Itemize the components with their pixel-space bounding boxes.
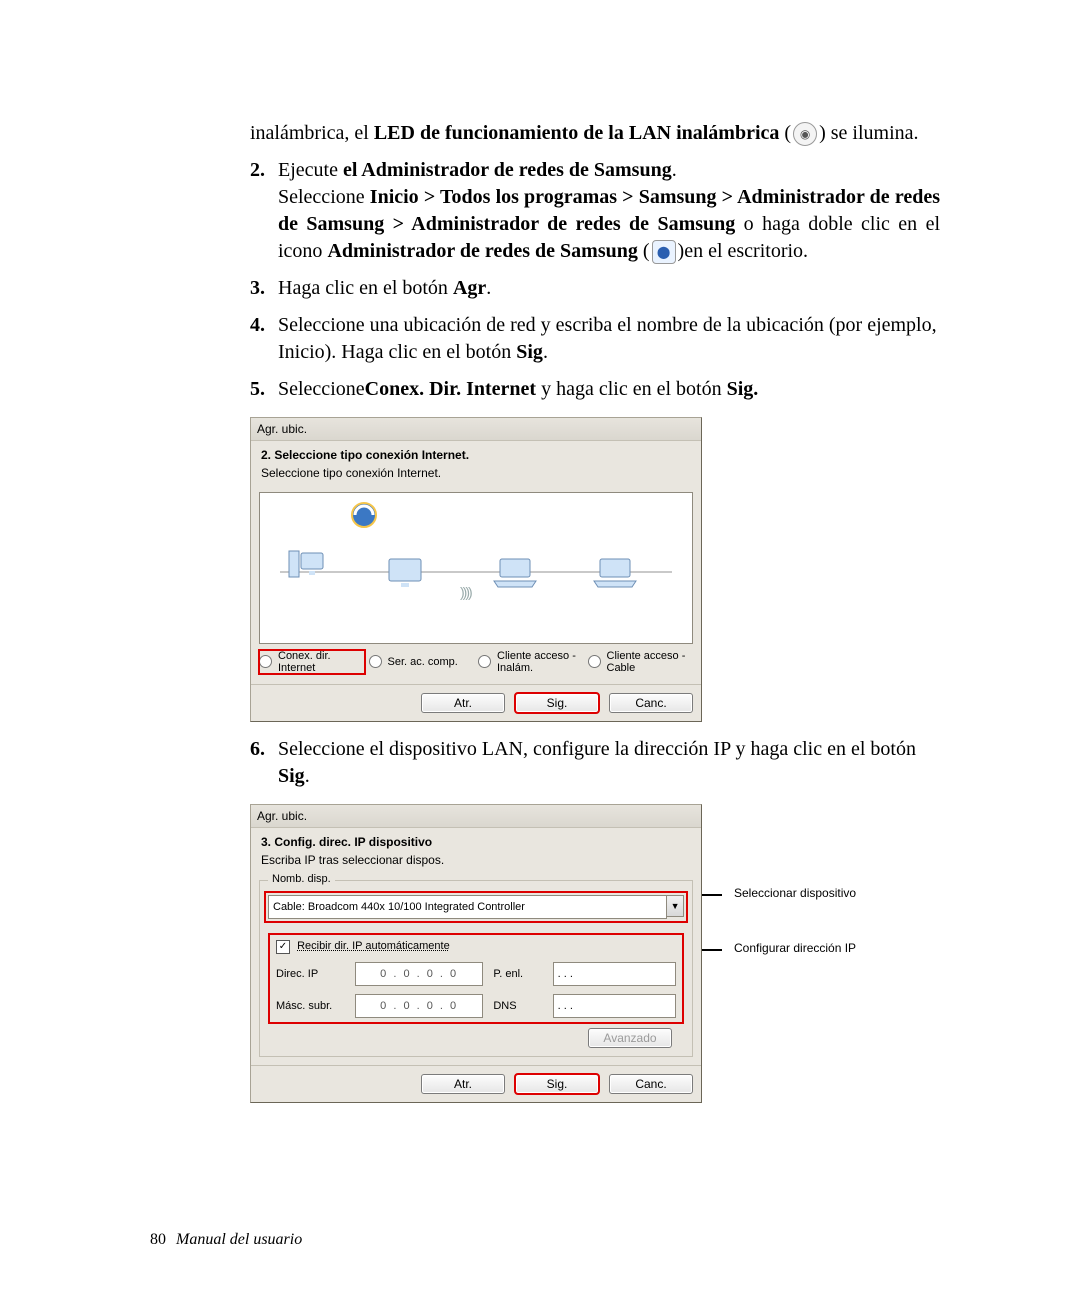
radio-direct-internet[interactable]: Conex. dir. Internet <box>259 650 365 674</box>
page-number: 80 <box>150 1231 166 1248</box>
t: Seleccione <box>278 378 365 400</box>
step-3: 3. Haga clic en el botón Agr. <box>250 275 940 302</box>
dialog-1-screenshot: Agr. ubic. 2. Seleccione tipo conexión I… <box>250 417 940 722</box>
section-subtitle: Seleccione tipo conexión Internet. <box>261 465 691 481</box>
checkbox-auto-ip[interactable]: ✓ <box>276 940 290 954</box>
callout-text: Seleccionar dispositivo <box>734 886 856 900</box>
callout-configure-ip: Configurar dirección IP <box>716 941 856 957</box>
t: )en el escritorio. <box>678 240 809 262</box>
t: y haga clic en el botón <box>536 378 727 400</box>
radio-shared-server[interactable]: Ser. ac. comp. <box>369 650 475 674</box>
t: Seleccione el dispositivo LAN, configure… <box>278 738 916 760</box>
wireless-waves-icon: )))) <box>460 583 471 602</box>
tower-pc-icon <box>280 543 330 583</box>
radio-label: Ser. ac. comp. <box>388 656 458 668</box>
wifi-led-icon: ◉ <box>793 122 817 146</box>
label-mask: Másc. subr. <box>276 999 345 1014</box>
dns-input[interactable]: . . . <box>553 994 676 1018</box>
t: el Administrador de redes de Samsung <box>343 159 672 181</box>
t: Agr <box>453 277 486 299</box>
dialog-title: Agr. ubic. <box>251 805 701 828</box>
section-title: 3. Config. direc. IP dispositivo <box>261 834 691 850</box>
t: Ejecute <box>278 159 343 181</box>
step-num: 2. <box>250 157 278 265</box>
t: . <box>672 159 677 181</box>
t: Sig <box>516 341 543 363</box>
step-num: 4. <box>250 312 278 366</box>
t: Sig <box>278 765 305 787</box>
t: Conex. Dir. Internet <box>365 378 536 400</box>
t: . <box>305 765 310 787</box>
mask-input[interactable]: 0 . 0 . 0 . 0 <box>355 994 483 1018</box>
step-6: 6. Seleccione el dispositivo LAN, config… <box>250 736 940 790</box>
step-num: 6. <box>250 736 278 790</box>
callout-select-device: Seleccionar dispositivo <box>716 886 856 902</box>
dialog-2-screenshot: Agr. ubic. 3. Config. direc. IP disposit… <box>250 804 940 1103</box>
callout-text: Configurar dirección IP <box>734 941 856 955</box>
page-footer: 80 Manual del usuario <box>150 1231 302 1249</box>
radio-icon <box>478 655 491 668</box>
internet-explorer-icon <box>350 501 378 533</box>
laptop-cable-icon <box>590 555 640 591</box>
cancel-button[interactable]: Canc. <box>609 1074 693 1094</box>
network-manager-icon: ⬤ <box>652 240 676 264</box>
back-button[interactable]: Atr. <box>421 693 505 713</box>
t: Haga clic en el botón <box>278 277 453 299</box>
section-title: 2. Seleccione tipo conexión Internet. <box>261 447 691 463</box>
chevron-down-icon[interactable]: ▼ <box>667 895 684 917</box>
step-num: 3. <box>250 275 278 302</box>
t: Administrador de redes de Samsung <box>327 240 637 262</box>
network-diagram: )))) <box>259 492 693 644</box>
group-title: Nomb. disp. <box>268 872 335 887</box>
step-5: 5. SeleccioneConex. Dir. Internet y haga… <box>250 376 940 403</box>
gateway-input[interactable]: . . . <box>553 962 676 986</box>
radio-icon <box>259 655 272 668</box>
label-ip: Direc. IP <box>276 967 345 982</box>
intro-open: ( <box>779 122 791 144</box>
dialog-title: Agr. ubic. <box>251 418 701 441</box>
intro-pre: inalámbrica, el <box>250 122 374 144</box>
advanced-button[interactable]: Avanzado <box>588 1028 672 1048</box>
device-dropdown[interactable]: Cable: Broadcom 440x 10/100 Integrated C… <box>268 895 667 919</box>
t: Seleccione una ubicación de red y escrib… <box>278 314 937 363</box>
t: . <box>543 341 548 363</box>
t: ( <box>638 240 650 262</box>
body-text: inalámbrica, el LED de funcionamiento de… <box>250 120 940 1103</box>
intro-close: ) se ilumina. <box>819 122 918 144</box>
step-2: 2. Ejecute el Administrador de redes de … <box>250 157 940 265</box>
radio-icon <box>588 655 601 668</box>
checkbox-label: Recibir dir. IP automáticamente <box>297 940 450 952</box>
label-gateway: P. enl. <box>493 967 542 982</box>
back-button[interactable]: Atr. <box>421 1074 505 1094</box>
radio-label: Cliente acceso - Inalám. <box>497 650 584 674</box>
radio-label: Conex. dir. Internet <box>278 650 365 674</box>
t: . <box>486 277 491 299</box>
laptop-wifi-icon <box>490 555 540 591</box>
label-dns: DNS <box>493 999 542 1014</box>
step-4: 4. Seleccione una ubicación de red y esc… <box>250 312 940 366</box>
step-num: 5. <box>250 376 278 403</box>
radio-icon <box>369 655 382 668</box>
radio-label: Cliente acceso - Cable <box>607 650 694 674</box>
device-group: Nomb. disp. Cable: Broadcom 440x 10/100 … <box>259 880 693 1057</box>
ip-input[interactable]: 0 . 0 . 0 . 0 <box>355 962 483 986</box>
t: Seleccione <box>278 186 370 208</box>
next-button[interactable]: Sig. <box>515 693 599 713</box>
t: Sig. <box>727 378 759 400</box>
intro-bold: LED de funcionamiento de la LAN inalámbr… <box>374 122 780 144</box>
footer-label: Manual del usuario <box>176 1231 302 1248</box>
monitor-icon <box>380 553 430 593</box>
radio-client-cable[interactable]: Cliente acceso - Cable <box>588 650 694 674</box>
cancel-button[interactable]: Canc. <box>609 693 693 713</box>
next-button[interactable]: Sig. <box>515 1074 599 1094</box>
section-subtitle: Escriba IP tras seleccionar dispos. <box>261 852 691 868</box>
radio-client-wireless[interactable]: Cliente acceso - Inalám. <box>478 650 584 674</box>
